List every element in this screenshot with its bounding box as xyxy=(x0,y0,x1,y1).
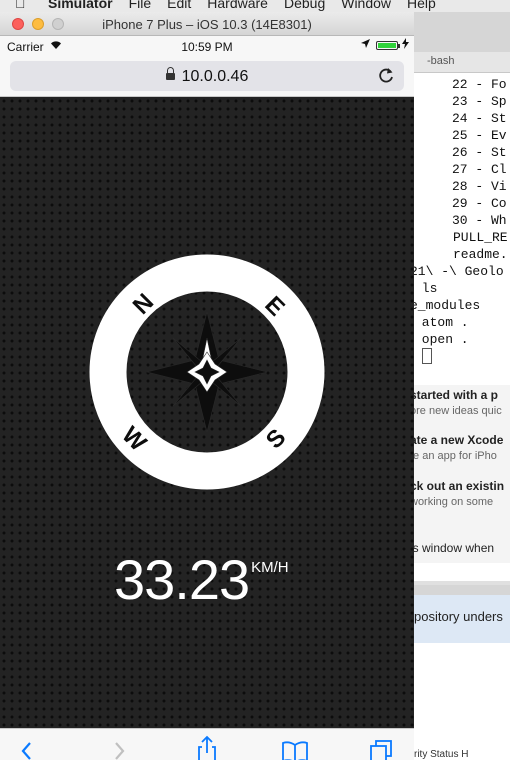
menu-bar:  Simulator File Edit Hardware Debug Win… xyxy=(0,0,510,12)
github-banner-text: pository unders xyxy=(414,609,503,624)
welcome-heading[interactable]: ate a new Xcode xyxy=(414,433,503,447)
charging-bolt-icon xyxy=(402,38,409,52)
terminal-window[interactable]: 22 - Fo 23 - Sp 24 - St 25 - Ev 26 - St … xyxy=(414,73,510,385)
url-text: 10.0.0.46 xyxy=(181,68,249,85)
menu-simulator[interactable]: Simulator xyxy=(48,0,113,11)
terminal-cursor xyxy=(422,348,432,364)
terminal-line: 28 - Vi xyxy=(452,179,507,194)
status-time: 10:59 PM xyxy=(181,40,233,54)
welcome-subtext: ore new ideas quic xyxy=(414,405,502,417)
lock-icon xyxy=(165,67,175,80)
terminal-line: PULL_RE xyxy=(453,230,508,245)
terminal-line: 26 - St xyxy=(452,145,507,160)
share-icon[interactable] xyxy=(192,733,222,760)
speed-unit: KM/H xyxy=(251,559,289,576)
github-banner: pository unders xyxy=(414,595,510,643)
location-arrow-icon xyxy=(361,39,370,52)
web-content: N E S W 33.23 KM/H xyxy=(0,97,414,728)
simulator-title: iPhone 7 Plus – iOS 10.3 (14E8301) xyxy=(102,17,312,32)
terminal-line: open . xyxy=(414,332,469,347)
menu-window[interactable]: Window xyxy=(341,0,391,11)
welcome-footer-checkbox-label[interactable]: is window when xyxy=(414,541,494,555)
menu-debug[interactable]: Debug xyxy=(284,0,325,11)
simulator-titlebar[interactable]: iPhone 7 Plus – iOS 10.3 (14E8301) xyxy=(0,12,414,36)
terminal-line: ls xyxy=(414,281,438,296)
terminal-line: 24 - St xyxy=(452,111,507,126)
welcome-heading[interactable]: ck out an existin xyxy=(414,479,504,493)
battery-icon xyxy=(376,41,398,50)
terminal-line: readme. xyxy=(453,247,508,262)
terminal-title: -bash xyxy=(427,55,455,67)
bookmarks-icon[interactable] xyxy=(280,733,310,760)
menu-edit[interactable]: Edit xyxy=(167,0,191,11)
welcome-subtext: working on some xyxy=(414,496,494,508)
address-bar[interactable]: 10.0.0.46 xyxy=(10,61,404,91)
reload-icon[interactable] xyxy=(375,64,397,86)
forward-icon[interactable] xyxy=(104,733,134,760)
terminal-cursor-line xyxy=(422,348,432,367)
speed-readout: 33.23 KM/H xyxy=(114,547,289,612)
terminal-line: 27 - Cl xyxy=(452,162,507,177)
ios-status-bar: Carrier 10:59 PM xyxy=(0,36,414,56)
menu-items: Simulator File Edit Hardware Debug Windo… xyxy=(48,0,436,11)
browser-band xyxy=(414,581,510,585)
battery-tip xyxy=(398,44,400,48)
xcode-welcome-panel: started with a p ore new ideas quic ate … xyxy=(414,385,510,563)
safari-address-area: 10.0.0.46 xyxy=(0,56,414,97)
compass-dial: N E S W xyxy=(89,254,325,490)
github-footer-links[interactable]: rity Status H xyxy=(414,749,468,760)
terminal-line: 21\ -\ Geolo xyxy=(414,264,504,279)
terminal-line: 25 - Ev xyxy=(452,128,507,143)
terminal-titlebar[interactable]: -bash xyxy=(414,52,510,73)
background-windows: -bash 22 - Fo 23 - Sp 24 - St 25 - Ev 26… xyxy=(414,12,510,760)
tabs-icon[interactable] xyxy=(366,733,396,760)
menu-hardware[interactable]: Hardware xyxy=(207,0,268,11)
terminal-line: 22 - Fo xyxy=(452,77,507,92)
speed-value: 33.23 xyxy=(114,548,250,611)
terminal-line: 29 - Co xyxy=(452,196,507,211)
terminal-line: atom . xyxy=(414,315,469,330)
menu-file[interactable]: File xyxy=(129,0,152,11)
compass-rose-icon xyxy=(146,311,268,433)
terminal-line: 30 - Wh xyxy=(452,213,507,228)
url-display[interactable]: 10.0.0.46 xyxy=(10,67,404,86)
safari-toolbar xyxy=(0,728,414,760)
welcome-subtext: te an app for iPho xyxy=(414,450,497,462)
github-content xyxy=(414,643,510,760)
menu-help[interactable]: Help xyxy=(407,0,436,11)
terminal-line: 23 - Sp xyxy=(452,94,507,109)
simulator-window: iPhone 7 Plus – iOS 10.3 (14E8301) Carri… xyxy=(0,12,414,760)
back-icon[interactable] xyxy=(12,733,42,760)
apple-icon[interactable]:  xyxy=(15,0,26,11)
welcome-heading[interactable]: started with a p xyxy=(414,388,498,402)
terminal-line: e_modules xyxy=(414,298,481,313)
divider-strip xyxy=(414,563,510,581)
